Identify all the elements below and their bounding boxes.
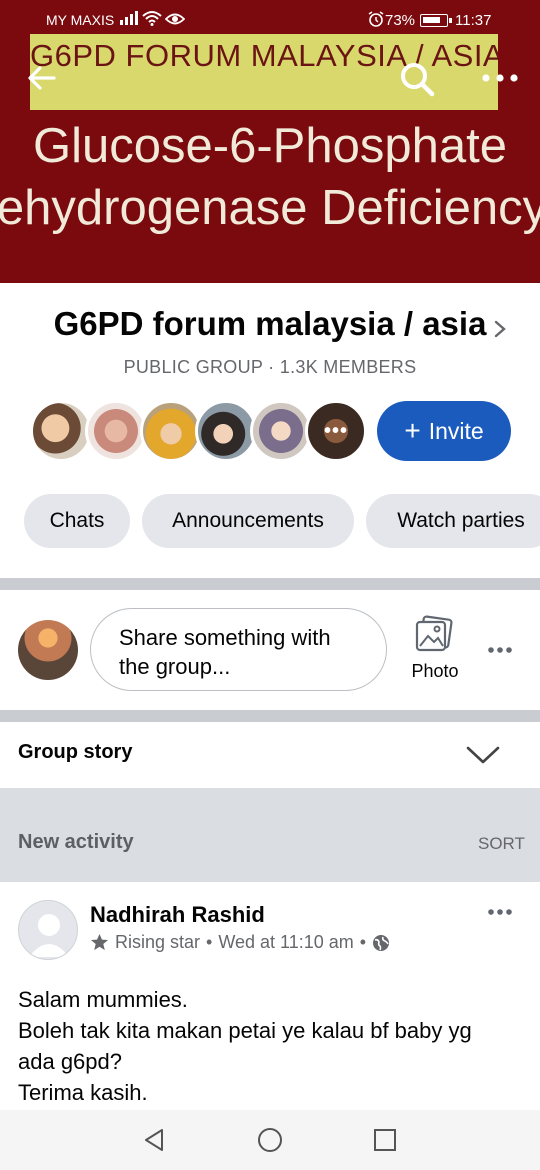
more-horizontal-icon[interactable] — [487, 908, 513, 916]
invite-label: Invite — [428, 417, 484, 444]
status-bar: MY MAXIS 73% 11:37 — [0, 8, 540, 34]
new-activity-label: New activity — [18, 831, 134, 853]
chip-chats[interactable]: Chats — [24, 494, 130, 548]
star-badge-icon — [90, 933, 109, 951]
carrier-label: MY MAXIS — [46, 12, 115, 28]
member-avatar[interactable] — [30, 400, 92, 462]
group-meta: PUBLIC GROUP · 1.3K MEMBERS — [123, 357, 417, 377]
default-avatar-icon — [29, 914, 69, 957]
chevron-right-icon[interactable] — [492, 318, 508, 340]
chip-announcements[interactable]: Announcements — [142, 494, 354, 548]
post-time[interactable]: Wed at 11:10 am — [218, 932, 353, 953]
member-avatar[interactable] — [85, 400, 147, 462]
invite-button[interactable]: + Invite — [377, 401, 511, 461]
signal-icon — [120, 11, 138, 25]
composer-placeholder-line-2: the group... — [119, 654, 231, 679]
nav-recents-icon[interactable] — [372, 1127, 398, 1153]
alarm-icon — [368, 11, 384, 27]
composer-input[interactable]: Share something with the group... — [90, 608, 387, 691]
more-members-avatar[interactable]: ••• — [305, 400, 367, 462]
group-tabs: Chats Announcements Watch parties — [24, 494, 540, 548]
divider — [0, 578, 540, 590]
search-icon[interactable] — [398, 60, 436, 98]
eye-comfort-icon — [165, 13, 185, 25]
more-horizontal-icon[interactable] — [480, 70, 520, 86]
post-line: Terima kasih. — [18, 1080, 148, 1105]
chip-watch-parties[interactable]: Watch parties — [366, 494, 540, 548]
group-page: G6PD FORUM MALAYSIA / ASIA Glucose-6-Pho… — [0, 0, 540, 1170]
more-horizontal-icon[interactable] — [487, 646, 513, 654]
clock: 11:37 — [455, 12, 492, 29]
member-avatar[interactable] — [195, 400, 257, 462]
post-line: Salam mummies. — [18, 987, 188, 1012]
photo-button-label[interactable]: Photo — [400, 661, 470, 682]
group-name[interactable]: G6PD forum malaysia / asia — [0, 305, 540, 343]
more-members-label: ••• — [323, 419, 348, 442]
author-avatar[interactable] — [18, 900, 78, 960]
divider — [0, 710, 540, 722]
meta-separator: • — [206, 932, 213, 952]
group-story-label[interactable]: Group story — [18, 741, 132, 764]
group-cover-photo[interactable]: G6PD FORUM MALAYSIA / ASIA Glucose-6-Pho… — [0, 0, 540, 283]
globe-icon — [373, 934, 390, 951]
composer-placeholder-line-1: Share something with — [119, 625, 331, 650]
post-line: Boleh tak kita makan petai ye kalau bf b… — [18, 1018, 472, 1043]
wifi-icon — [142, 11, 162, 26]
post-body: Salam mummies. Boleh tak kita makan peta… — [18, 984, 528, 1108]
battery-percent: 73% — [385, 12, 416, 29]
post-author-name[interactable]: Nadhirah Rashid — [90, 902, 265, 928]
system-nav-bar — [0, 1110, 540, 1170]
battery-icon — [420, 14, 452, 27]
author-badge: Rising star — [115, 932, 201, 952]
photo-icon[interactable] — [414, 614, 454, 654]
post-line: ada g6pd? — [18, 1049, 122, 1074]
nav-home-icon[interactable] — [257, 1127, 283, 1153]
meta-separator: • — [359, 932, 367, 952]
arrow-left-icon[interactable] — [26, 62, 58, 94]
cover-title-line-2: ehydrogenase Deficiency — [0, 181, 540, 235]
nav-back-icon[interactable] — [142, 1127, 168, 1153]
member-avatar[interactable] — [140, 400, 202, 462]
my-avatar[interactable] — [18, 620, 78, 680]
plus-icon: + — [404, 415, 421, 446]
chevron-down-icon[interactable] — [466, 744, 500, 766]
member-avatar[interactable] — [250, 400, 312, 462]
cover-title-line-1: Glucose-6-Phosphate — [33, 119, 507, 173]
post-meta: Rising star • Wed at 11:10 am • — [90, 932, 390, 953]
sort-button[interactable]: SORT — [478, 834, 525, 854]
